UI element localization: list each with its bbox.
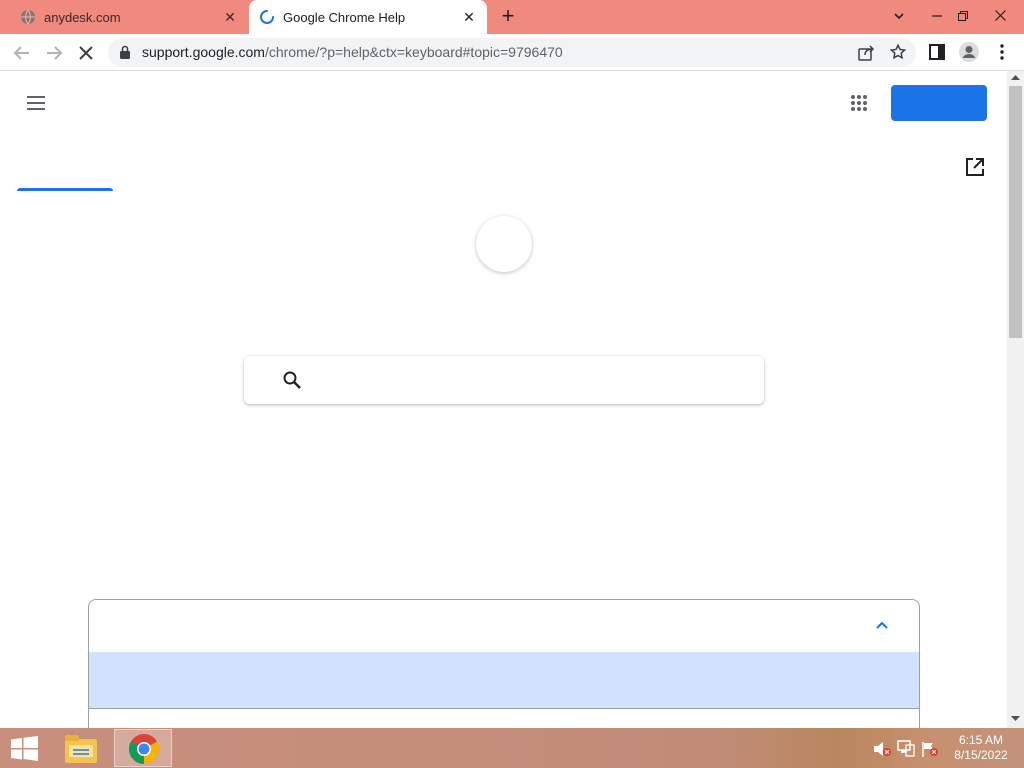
back-button[interactable]	[10, 41, 34, 65]
globe-icon	[21, 9, 35, 25]
open-in-new-icon[interactable]	[965, 157, 985, 177]
tab-anydesk[interactable]: anydesk.com ✕	[0, 0, 248, 34]
close-tab-icon[interactable]: ✕	[461, 9, 477, 25]
action-center-flag-icon[interactable]	[921, 741, 939, 757]
back-icon	[13, 46, 29, 60]
scrollbar-thumb[interactable]	[1009, 86, 1022, 338]
apps-grid-icon[interactable]	[850, 94, 868, 112]
profile-icon[interactable]	[958, 41, 980, 63]
close-window-button[interactable]	[985, 2, 1015, 30]
help-search-input[interactable]	[244, 356, 764, 404]
forward-icon	[47, 46, 63, 60]
search-icon[interactable]	[282, 370, 302, 390]
close-icon	[994, 10, 1006, 21]
side-panel-icon[interactable]	[929, 44, 945, 60]
scroll-down-icon[interactable]	[1011, 716, 1020, 722]
tab-title: Google Chrome Help	[283, 9, 406, 25]
chevron-down-icon	[894, 13, 904, 20]
help-topics-panel	[88, 599, 920, 739]
tab-title: anydesk.com	[44, 9, 121, 25]
share-icon[interactable]	[857, 44, 875, 62]
chevron-up-icon[interactable]	[875, 620, 889, 630]
selected-topic-row[interactable]	[89, 652, 919, 709]
taskbar-chrome-button[interactable]	[114, 729, 172, 767]
forward-button[interactable]	[42, 41, 66, 65]
active-tab-indicator	[17, 188, 113, 191]
lock-icon[interactable]	[119, 45, 131, 59]
clock-time: 6:15 AM	[958, 733, 1004, 747]
restore-icon	[958, 11, 968, 21]
url-host: support.google.com	[142, 44, 265, 60]
kebab-menu-icon[interactable]	[996, 43, 1008, 61]
url-path: /chrome/?p=help&ctx=keyboard#topic=97964…	[264, 44, 563, 60]
stop-button[interactable]	[74, 41, 98, 65]
tab-chrome-help[interactable]: Google Chrome Help ✕	[249, 0, 487, 34]
file-explorer-icon[interactable]	[63, 733, 99, 765]
windows-start-icon[interactable]	[11, 736, 38, 761]
menu-icon[interactable]	[26, 95, 46, 111]
url-text[interactable]: support.google.com/chrome/?p=help&ctx=ke…	[142, 44, 563, 60]
scroll-up-icon[interactable]	[1011, 74, 1020, 80]
new-tab-button[interactable]: +	[496, 5, 520, 28]
sign-in-button[interactable]	[891, 85, 987, 121]
page-loading-spinner	[476, 216, 532, 272]
star-icon[interactable]	[889, 43, 907, 61]
stop-icon	[79, 46, 93, 60]
chrome-icon	[128, 734, 160, 764]
tab-search-button[interactable]	[884, 2, 914, 30]
close-tab-icon[interactable]: ✕	[222, 9, 238, 25]
taskbar-clock[interactable]: 6:15 AM 8/15/2022	[946, 733, 1016, 763]
minimize-icon	[932, 15, 942, 17]
clock-date: 8/15/2022	[954, 748, 1008, 762]
loading-spinner-icon	[260, 10, 274, 24]
volume-muted-icon[interactable]	[873, 741, 891, 757]
restore-button[interactable]	[948, 2, 978, 30]
network-icon[interactable]	[897, 740, 915, 757]
